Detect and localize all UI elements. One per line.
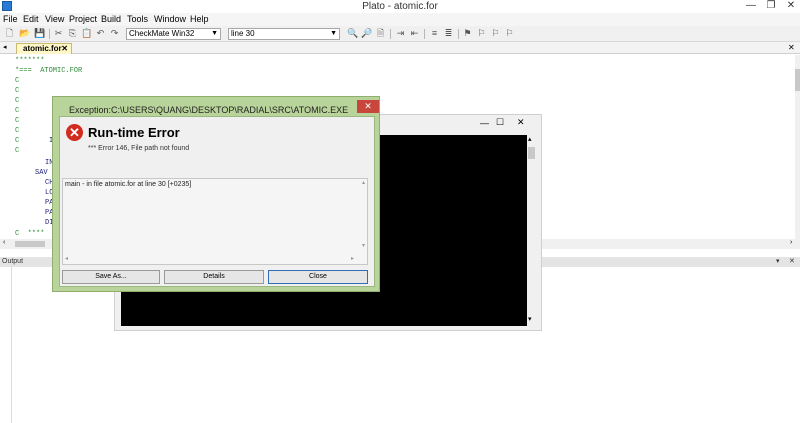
scroll-left-icon[interactable]: ‹	[3, 239, 5, 246]
uncomment-icon[interactable]: ≣	[443, 28, 454, 39]
comment-icon[interactable]: ≡	[429, 28, 440, 39]
copy-icon[interactable]: ⎘	[67, 28, 78, 39]
code-line: C	[15, 117, 20, 125]
tab-atomic-for[interactable]: atomic.for ✕	[16, 43, 72, 54]
code-line: C	[15, 87, 20, 95]
indent-icon[interactable]: ⇥	[395, 28, 406, 39]
toolbar: 🗋 📂 💾 ✂ ⎘ 📋 ↶ ↷ CheckMate Win32 ▼ line 3…	[0, 26, 800, 42]
line-select-value: line 30	[231, 29, 255, 38]
code-line: *******	[15, 57, 45, 65]
code-line: C	[15, 147, 20, 155]
clear-bookmarks-icon[interactable]: ⚐	[504, 28, 515, 39]
paste-icon[interactable]: 📋	[81, 28, 92, 39]
outdent-icon[interactable]: ⇤	[409, 28, 420, 39]
trace-text: main - in file atomic.for at line 30 [+0…	[65, 181, 192, 188]
scroll-down-icon[interactable]: ▾	[359, 242, 368, 249]
close-window-button[interactable]: ✕	[780, 0, 800, 12]
dialog-close-button[interactable]: ✕	[357, 100, 379, 113]
scroll-left-icon[interactable]: ◂	[65, 255, 68, 262]
tab-close-all-icon[interactable]: ✕	[788, 43, 795, 52]
next-bookmark-icon[interactable]: ⚐	[476, 28, 487, 39]
trace-scrollbar[interactable]: ▴ ▾	[359, 179, 368, 255]
trace-box[interactable]: main - in file atomic.for at line 30 [+0…	[62, 178, 368, 265]
find-next-icon[interactable]: 🔎	[361, 28, 372, 39]
error-message: *** Error 146, File path not found	[88, 145, 190, 152]
tab-scroll-left-icon[interactable]: ◂	[3, 43, 7, 51]
menu-view[interactable]: View	[45, 14, 64, 24]
code-line: C	[15, 137, 20, 145]
prev-bookmark-icon[interactable]: ⚐	[490, 28, 501, 39]
line-select[interactable]: line 30 ▼	[228, 28, 340, 40]
chevron-down-icon: ▼	[211, 30, 218, 37]
menu-project[interactable]: Project	[69, 14, 97, 24]
chevron-down-icon: ▼	[330, 30, 337, 37]
find-icon[interactable]: 🔍	[347, 28, 358, 39]
output-gutter	[0, 267, 12, 423]
panel-close-icon[interactable]: ✕	[789, 257, 795, 267]
console-maximize-button[interactable]: ☐	[496, 117, 504, 128]
tab-strip: ◂ atomic.for ✕ ✕	[0, 42, 800, 54]
dialog-title: Exception:C:\USERS\QUANG\DESKTOP\RADIAL\…	[69, 105, 349, 115]
scrollbar-thumb[interactable]	[795, 69, 800, 91]
panel-menu-icon[interactable]: ▾	[776, 257, 780, 267]
minimize-button[interactable]: —	[740, 0, 762, 12]
menu-build[interactable]: Build	[101, 14, 121, 24]
menu-help[interactable]: Help	[190, 14, 209, 24]
menu-edit[interactable]: Edit	[23, 14, 39, 24]
dialog-body: ✕ Run-time Error *** Error 146, File pat…	[59, 116, 375, 287]
cut-icon[interactable]: ✂	[53, 28, 64, 39]
trace-horizontal-scrollbar[interactable]: ◂ ▸	[63, 255, 359, 264]
scroll-up-icon[interactable]: ▴	[528, 135, 532, 143]
configuration-select[interactable]: CheckMate Win32 ▼	[126, 28, 221, 40]
console-minimize-button[interactable]: —	[480, 118, 489, 128]
error-dialog: Exception:C:\USERS\QUANG\DESKTOP\RADIAL\…	[52, 96, 380, 292]
code-fragment: SAV	[35, 169, 48, 177]
scroll-right-icon[interactable]: ▸	[351, 255, 354, 262]
tab-close-icon[interactable]: ✕	[61, 44, 68, 54]
code-line: *=== ATOMIC.FOR	[15, 67, 83, 75]
error-heading: Run-time Error	[88, 125, 180, 140]
menu-window[interactable]: Window	[154, 14, 186, 24]
output-title: Output	[2, 258, 24, 265]
code-line: C	[15, 127, 20, 135]
new-file-icon[interactable]: 🗋	[4, 28, 15, 39]
close-button[interactable]: Close	[268, 270, 368, 284]
code-line: C	[15, 107, 20, 115]
scroll-down-icon[interactable]: ▾	[528, 315, 532, 323]
console-close-button[interactable]: ✕	[517, 117, 525, 128]
scroll-right-icon[interactable]: ›	[790, 239, 792, 246]
menu-file[interactable]: File	[3, 14, 18, 24]
menu-bar: File Edit View Project Build Tools Windo…	[0, 13, 800, 26]
restore-button[interactable]: ❐	[760, 0, 782, 12]
menu-tools[interactable]: Tools	[127, 14, 148, 24]
undo-icon[interactable]: ↶	[95, 28, 106, 39]
error-icon: ✕	[66, 124, 83, 141]
bookmark-icon[interactable]: ⚑	[462, 28, 473, 39]
tab-label: atomic.for	[23, 44, 62, 53]
find-in-files-icon[interactable]: 🗎	[375, 28, 386, 39]
save-icon[interactable]: 💾	[34, 28, 45, 39]
scroll-up-icon[interactable]: ▴	[359, 179, 368, 186]
console-scrollbar[interactable]: ▴ ▾	[527, 135, 537, 326]
scrollbar-thumb[interactable]	[15, 241, 45, 247]
code-line: C ****	[15, 230, 45, 238]
details-button[interactable]: Details	[164, 270, 264, 284]
scrollbar-thumb[interactable]	[528, 147, 535, 159]
window-title: Plato - atomic.for	[362, 1, 438, 12]
title-bar: Plato - atomic.for — ❐ ✕	[0, 0, 800, 13]
code-line: C	[15, 97, 20, 105]
code-line: C	[15, 77, 20, 85]
configuration-select-value: CheckMate Win32	[129, 29, 195, 38]
redo-icon[interactable]: ↷	[109, 28, 120, 39]
open-folder-icon[interactable]: 📂	[19, 28, 30, 39]
save-as-button[interactable]: Save As...	[62, 270, 160, 284]
editor-vertical-scrollbar[interactable]	[795, 55, 800, 239]
